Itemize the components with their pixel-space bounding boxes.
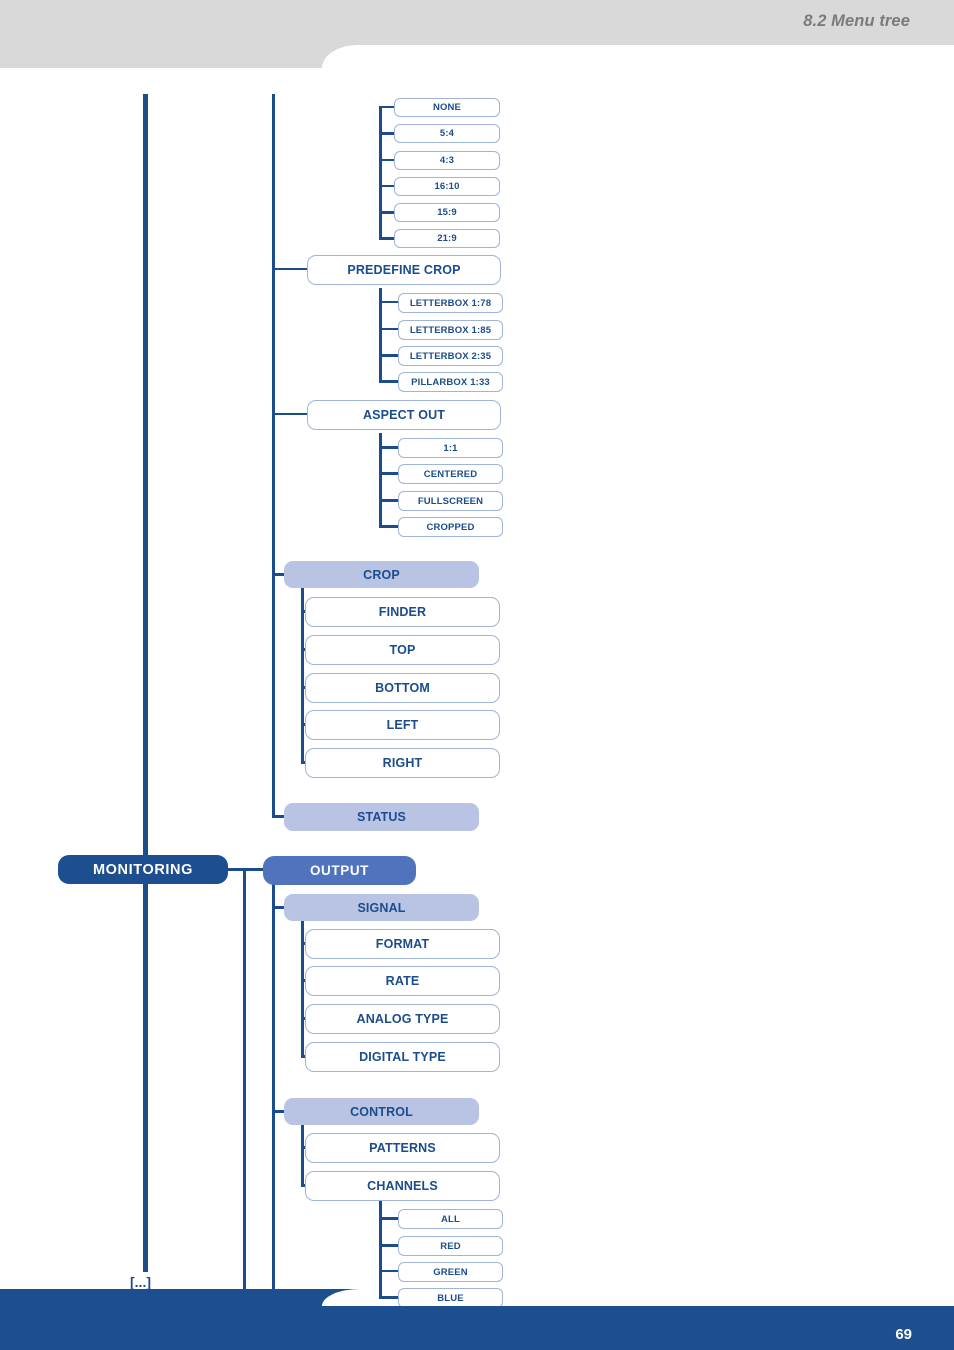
section-title: 8.2 Menu tree — [803, 12, 910, 30]
connector-channel-all — [379, 1217, 400, 1220]
node-aspect-out[interactable]: ASPECT OUT — [307, 400, 501, 430]
page-canvas: 8.2 Menu tree NONE 5:4 4:3 16:10 15:9 21… — [0, 0, 954, 1350]
node-channel-green[interactable]: GREEN — [398, 1262, 503, 1282]
spine-line-upper-branch — [272, 94, 275, 818]
node-output[interactable]: OUTPUT — [263, 856, 416, 885]
page-number: 69 — [895, 1326, 912, 1343]
page-footer-band — [0, 1306, 954, 1350]
node-predefine-crop[interactable]: PREDEFINE CROP — [307, 255, 501, 285]
node-letterbox-2-35[interactable]: LETTERBOX 2:35 — [398, 346, 503, 366]
connector-letterbox-1-78 — [379, 301, 400, 303]
node-ratio-1-1[interactable]: 1:1 — [398, 438, 503, 458]
node-channel-blue[interactable]: BLUE — [398, 1288, 503, 1308]
connector-channel-blue — [379, 1296, 400, 1299]
spine-line-output-children — [272, 884, 275, 1289]
node-signal-rate[interactable]: RATE — [305, 966, 500, 996]
node-crop-right[interactable]: RIGHT — [305, 748, 500, 778]
node-centered[interactable]: CENTERED — [398, 464, 503, 484]
connector-predefine-crop — [275, 268, 308, 270]
connector-ratio-1-1 — [379, 446, 400, 449]
node-aspect-5-4[interactable]: 5:4 — [394, 124, 500, 143]
node-aspect-4-3[interactable]: 4:3 — [394, 151, 500, 170]
node-aspect-none[interactable]: NONE — [394, 98, 500, 117]
connector-control-children-vertical — [301, 1125, 304, 1187]
node-control[interactable]: CONTROL — [284, 1098, 479, 1125]
trunk-line-monitoring-upper — [143, 94, 148, 872]
connector-channel-green — [379, 1270, 400, 1272]
node-control-patterns[interactable]: PATTERNS — [305, 1133, 500, 1163]
connector-aspect-values-vertical — [379, 107, 382, 238]
node-status[interactable]: STATUS — [284, 803, 479, 831]
connector-pillarbox-1-33 — [379, 380, 400, 383]
node-crop-top[interactable]: TOP — [305, 635, 500, 665]
node-fullscreen[interactable]: FULLSCREEN — [398, 491, 503, 511]
connector-letterbox-2-35 — [379, 354, 400, 357]
node-letterbox-1-78[interactable]: LETTERBOX 1:78 — [398, 293, 503, 313]
node-monitoring[interactable]: MONITORING — [58, 855, 228, 884]
node-pillarbox-1-33[interactable]: PILLARBOX 1:33 — [398, 372, 503, 392]
node-signal-analog-type[interactable]: ANALOG TYPE — [305, 1004, 500, 1034]
node-aspect-16-10[interactable]: 16:10 — [394, 177, 500, 196]
node-crop-finder[interactable]: FINDER — [305, 597, 500, 627]
connector-monitoring-output — [228, 868, 264, 871]
connector-cropped — [379, 525, 400, 528]
connector-aspect-out — [275, 413, 308, 415]
node-cropped[interactable]: CROPPED — [398, 517, 503, 537]
node-channel-all[interactable]: ALL — [398, 1209, 503, 1229]
page-header-tail — [0, 45, 322, 68]
node-signal-format[interactable]: FORMAT — [305, 929, 500, 959]
connector-letterbox-1-85 — [379, 328, 400, 330]
node-aspect-15-9[interactable]: 15:9 — [394, 203, 500, 222]
node-aspect-21-9[interactable]: 21:9 — [394, 229, 500, 248]
connector-channel-red — [379, 1244, 400, 1247]
node-channel-red[interactable]: RED — [398, 1236, 503, 1256]
node-signal[interactable]: SIGNAL — [284, 894, 479, 921]
connector-fullscreen — [379, 499, 400, 502]
node-letterbox-1-85[interactable]: LETTERBOX 1:85 — [398, 320, 503, 340]
node-signal-digital-type[interactable]: DIGITAL TYPE — [305, 1042, 500, 1072]
node-crop[interactable]: CROP — [284, 561, 479, 588]
node-crop-bottom[interactable]: BOTTOM — [305, 673, 500, 703]
connector-centered — [379, 472, 400, 475]
node-crop-left[interactable]: LEFT — [305, 710, 500, 740]
page-footer-tail — [0, 1289, 322, 1306]
spine-line-output-sibling — [243, 868, 246, 1289]
continuation-marker: [...] — [130, 1274, 151, 1290]
node-control-channels[interactable]: CHANNELS — [305, 1171, 500, 1201]
connector-channels-children-vertical — [379, 1201, 382, 1297]
trunk-line-monitoring-lower — [143, 868, 148, 1272]
connector-crop-children-vertical — [301, 588, 304, 763]
